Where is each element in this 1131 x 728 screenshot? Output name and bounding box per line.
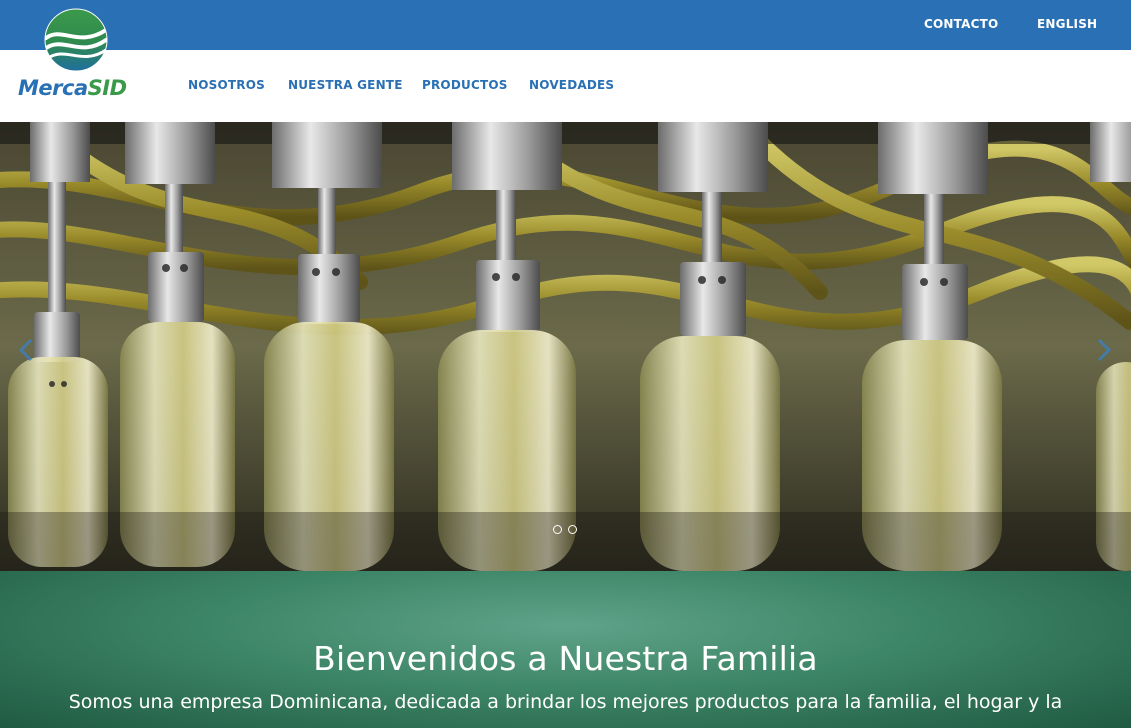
carousel-indicators: [553, 525, 577, 534]
english-link[interactable]: ENGLISH: [1037, 17, 1097, 31]
mercasid-logo[interactable]: MercaSID: [16, 8, 140, 100]
logo-wordmark: MercaSID: [18, 76, 127, 100]
nav-productos[interactable]: PRODUCTOS: [422, 78, 508, 92]
top-bar: CONTACTO ENGLISH: [0, 0, 1131, 50]
hero-carousel: [0, 122, 1131, 571]
carousel-dot[interactable]: [568, 525, 577, 534]
globe-logo-icon: [44, 8, 108, 72]
hero-image: [0, 122, 1131, 571]
chevron-left-icon[interactable]: [16, 338, 36, 362]
carousel-dot[interactable]: [553, 525, 562, 534]
welcome-title: Bienvenidos a Nuestra Familia: [313, 639, 818, 678]
contacto-link[interactable]: CONTACTO: [924, 17, 998, 31]
chevron-right-icon[interactable]: [1094, 338, 1114, 362]
welcome-section: Bienvenidos a Nuestra Familia Somos una …: [0, 571, 1131, 728]
nav-nosotros[interactable]: NOSOTROS: [188, 78, 265, 92]
nav-novedades[interactable]: NOVEDADES: [529, 78, 614, 92]
welcome-text: Somos una empresa Dominicana, dedicada a…: [68, 691, 1063, 713]
nav-nuestra-gente[interactable]: NUESTRA GENTE: [288, 78, 403, 92]
